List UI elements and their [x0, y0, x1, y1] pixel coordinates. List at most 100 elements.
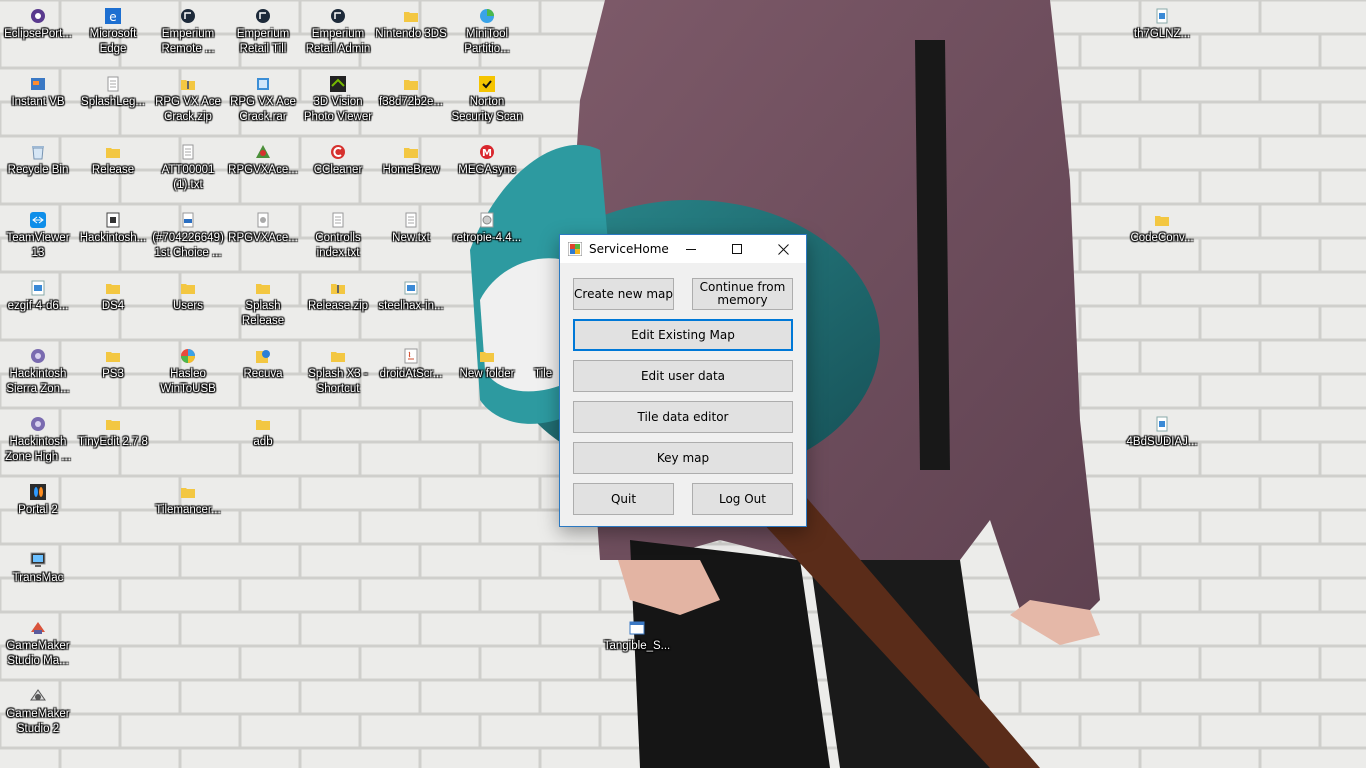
desktop-icon-minitool[interactable]: MiniTool Partitio... — [449, 0, 525, 66]
desktop-icon-gamemaker-ma[interactable]: GameMaker Studio Ma... — [0, 612, 76, 678]
desktop-icon-3d-vision[interactable]: 3D Vision Photo Viewer — [300, 68, 376, 134]
desktop-icon-rpg-crack-zip[interactable]: RPG VX Ace Crack.zip — [150, 68, 226, 134]
desktop-icon-th7glnz[interactable]: th7GLNZ... — [1124, 0, 1200, 66]
desktop-icon-norton[interactable]: Norton Security Scan — [449, 68, 525, 134]
rpg-icon — [256, 145, 270, 158]
folder-icon — [181, 488, 195, 498]
title-bar[interactable]: ServiceHome — [560, 235, 806, 263]
close-icon — [777, 243, 789, 255]
desktop-icon-hackintosh-zone[interactable]: Hackintosh Zone High ... — [0, 408, 76, 474]
desktop-icon-label: Hasleo WinToUSB — [160, 368, 216, 395]
app-icon — [31, 78, 45, 90]
desktop-icon-1st-choice-pdf[interactable]: (#704226649) 1st Choice ... — [150, 204, 226, 270]
desktop-icon-ps3[interactable]: PS3 — [75, 340, 151, 406]
desktop-icon-gamemaker-2[interactable]: GameMaker Studio 2 — [0, 680, 76, 746]
desktop-icon-label: RPGVXAce... — [228, 232, 298, 244]
desktop-icon-rpgvxace-app[interactable]: RPGVXAce... — [225, 136, 301, 202]
desktop-icon-emperium-till[interactable]: Emperium Retail Till — [225, 0, 301, 66]
desktop-icon-nintendo-3ds[interactable]: Nintendo 3DS — [373, 0, 449, 66]
desktop-icon-adb[interactable]: adb — [225, 408, 301, 474]
desktop-icon-hasleo-wintousb[interactable]: Hasleo WinToUSB — [150, 340, 226, 406]
desktop-icon-eclipseport[interactable]: EclipsePort... — [0, 0, 76, 66]
desktop-icon-label: Nintendo 3DS — [375, 28, 447, 40]
desktop-icon-ezgif[interactable]: ezgif-4-d6... — [0, 272, 76, 338]
desktop-icon-att00001[interactable]: ATT00001 (1).txt — [150, 136, 226, 202]
maximize-button[interactable] — [714, 235, 760, 263]
desktop-icon-release[interactable]: Release — [75, 136, 151, 202]
desktop-icon-release-zip[interactable]: Release.zip — [300, 272, 376, 338]
desktop-icon-label: RPG VX Ace Crack.zip — [155, 96, 221, 123]
desktop-icon-rpg-crack-rar[interactable]: RPG VX Ace Crack.rar — [225, 68, 301, 134]
recycle-bin-icon — [32, 146, 44, 160]
key-map-button[interactable]: Key map — [573, 442, 793, 474]
desktop-icon-4bdsudiaj[interactable]: 4BdSUDIAJ... — [1124, 408, 1200, 474]
desktop-icon-tangible[interactable]: Tangible_S... — [599, 612, 675, 678]
quit-button[interactable]: Quit — [573, 483, 674, 515]
desktop-icon-label: Recuva — [243, 368, 283, 380]
desktop-icon-megasync[interactable]: M MEGAsync — [449, 136, 525, 202]
create-new-map-button[interactable]: Create new map — [573, 278, 674, 310]
desktop-icon-steelhax[interactable]: steelhax-in... — [373, 272, 449, 338]
desktop-icon-instant-vb[interactable]: Instant VB — [0, 68, 76, 134]
desktop-icon-controlls-index[interactable]: Controlls index.txt — [300, 204, 376, 270]
desktop-icon-label: 4BdSUDIAJ... — [1126, 436, 1198, 448]
folder-icon — [181, 284, 195, 294]
desktop-icon-emperium-remote[interactable]: Emperium Remote ... — [150, 0, 226, 66]
desktop-icon-new-folder[interactable]: New folder — [449, 340, 525, 406]
desktop-icon-tile[interactable]: Tile — [524, 340, 558, 406]
desktop-icon-label: RPGVXAce... — [228, 164, 298, 176]
desktop-icon-transmac[interactable]: TransMac — [0, 544, 76, 610]
desktop-icon-homebrew[interactable]: HomeBrew — [373, 136, 449, 202]
desktop-icon-splashleg[interactable]: SplashLeg... — [75, 68, 151, 134]
desktop-icon-portal-2[interactable]: Portal 2 — [0, 476, 76, 542]
archive-icon — [257, 78, 269, 90]
desktop-icon-tinyedit[interactable]: TinyEdit 2.7.8 — [75, 408, 151, 474]
desktop-icon-new-txt[interactable]: New.txt — [373, 204, 449, 270]
edge-icon: e — [105, 8, 121, 24]
gamemaker-icon — [31, 622, 45, 634]
desktop-icon-droidatscreen[interactable]: droidAtScr... — [373, 340, 449, 406]
desktop-icon-recycle-bin[interactable]: Recycle Bin — [0, 136, 76, 202]
desktop-icon-splash-release[interactable]: Splash Release — [225, 272, 301, 338]
folder-icon — [256, 284, 270, 294]
minimize-button[interactable] — [668, 235, 714, 263]
desktop-icon-tilemancer[interactable]: Tilemancer... — [150, 476, 226, 542]
tile-data-editor-button[interactable]: Tile data editor — [573, 401, 793, 433]
folder-icon — [106, 284, 120, 294]
zip-folder-icon — [331, 284, 345, 294]
desktop-icon-f38d72b2e[interactable]: f38d72b2e... — [373, 68, 449, 134]
text-file-icon — [257, 212, 269, 228]
desktop-icon-retropie[interactable]: retropie-4.4... — [449, 204, 525, 270]
edit-existing-map-button[interactable]: Edit Existing Map — [573, 319, 793, 351]
text-file-icon — [332, 212, 344, 228]
desktop-icon-ds4[interactable]: DS4 — [75, 272, 151, 338]
desktop-icon-emperium-admin[interactable]: Emperium Retail Admin — [300, 0, 376, 66]
emperium-icon — [331, 9, 345, 23]
continue-from-memory-button[interactable]: Continue from memory — [692, 278, 793, 310]
desktop-icon-codeconv[interactable]: CodeConv... — [1124, 204, 1200, 270]
desktop-icon-splash-x3[interactable]: Splash X3 - Shortcut — [300, 340, 376, 406]
log-out-button[interactable]: Log Out — [692, 483, 793, 515]
desktop-icon-label: adb — [253, 436, 273, 448]
desktop-icon-label: TransMac — [12, 572, 64, 584]
desktop-icon-label: Instant VB — [11, 96, 65, 108]
image-file-icon — [31, 280, 45, 296]
desktop-icon-hackintosh-sierra[interactable]: Hackintosh Sierra Zon... — [0, 340, 76, 406]
desktop-icon-rpgvxace-file[interactable]: RPGVXAce... — [225, 204, 301, 270]
minitool-icon — [480, 9, 494, 23]
folder-icon — [404, 12, 418, 22]
recuva-icon — [256, 350, 270, 363]
desktop-icon-users[interactable]: Users — [150, 272, 226, 338]
desktop-icon-label: New.txt — [392, 232, 430, 244]
desktop-icon-label: Splash Release — [241, 300, 285, 327]
desktop-icon-ccleaner[interactable]: CCleaner — [300, 136, 376, 202]
desktop-icon-teamviewer[interactable]: TeamViewer 13 — [0, 204, 76, 270]
edit-user-data-button[interactable]: Edit user data — [573, 360, 793, 392]
desktop-icon-label: (#704226649) 1st Choice ... — [152, 232, 224, 259]
desktop-icon-recuva[interactable]: Recuva — [225, 340, 301, 406]
desktop-icon-microsoft-edge[interactable]: e Microsoft Edge — [75, 0, 151, 66]
close-button[interactable] — [760, 235, 806, 263]
desktop-icon-hackintosh-app[interactable]: Hackintosh... — [75, 204, 151, 270]
folder-icon — [1155, 216, 1169, 226]
folder-icon — [404, 148, 418, 158]
